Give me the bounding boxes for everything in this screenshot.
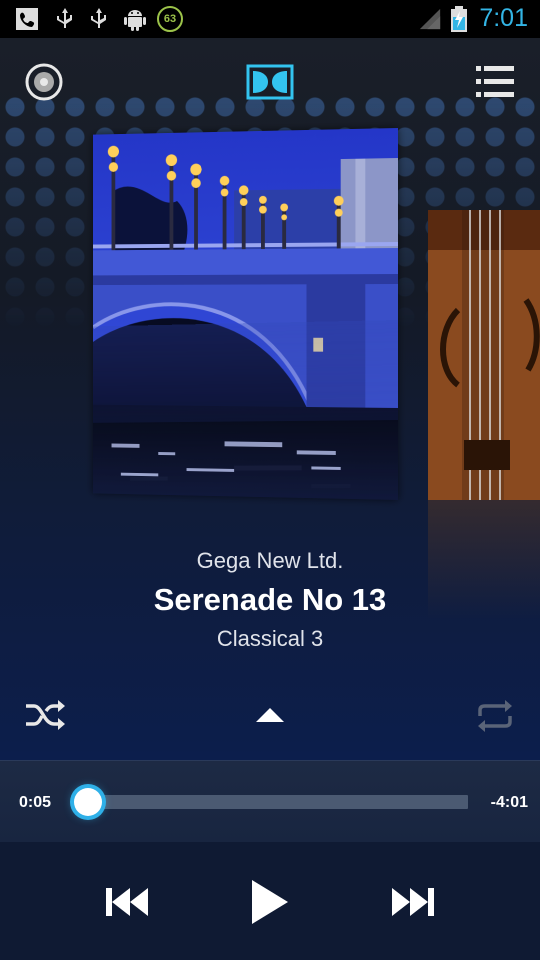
- expand-up-icon[interactable]: [254, 706, 286, 724]
- reflection-image: [93, 320, 399, 500]
- elapsed-time: 0:05: [19, 794, 52, 811]
- track-title: Serenade No 13: [153, 582, 387, 617]
- next-album-art[interactable]: [428, 210, 540, 500]
- notification-phone-icon: [16, 8, 38, 30]
- track-artist: Gega New Ltd.: [196, 548, 344, 573]
- seek-bar-panel: 0:05 -4:01: [0, 760, 540, 842]
- usb-debug-icon: [91, 8, 106, 28]
- previous-track-icon[interactable]: [104, 886, 150, 918]
- clock: 7:01: [479, 4, 528, 32]
- play-icon[interactable]: [250, 878, 290, 926]
- shuffle-icon[interactable]: [24, 698, 66, 732]
- next-track-icon[interactable]: [390, 886, 436, 918]
- battery-level-badge: 63: [157, 6, 183, 32]
- progress-track[interactable]: [80, 795, 468, 809]
- dolby-logo-icon[interactable]: [246, 64, 294, 100]
- disc-icon[interactable]: [24, 62, 64, 102]
- violin-image: [428, 210, 540, 500]
- transport-controls: [0, 842, 540, 960]
- signal-icon: [419, 8, 441, 30]
- status-bar: 63 7:01: [0, 0, 540, 38]
- album-art-reflection: [93, 320, 399, 500]
- repeat-icon[interactable]: [474, 698, 516, 734]
- remaining-time: -4:01: [490, 794, 528, 811]
- android-debug-icon: [124, 10, 146, 31]
- seek-thumb[interactable]: [73, 788, 102, 816]
- track-album: Classical 3: [216, 626, 324, 651]
- playlist-menu-icon[interactable]: [474, 64, 516, 100]
- usb-icon: [57, 8, 72, 28]
- battery-charging-icon: [451, 6, 467, 32]
